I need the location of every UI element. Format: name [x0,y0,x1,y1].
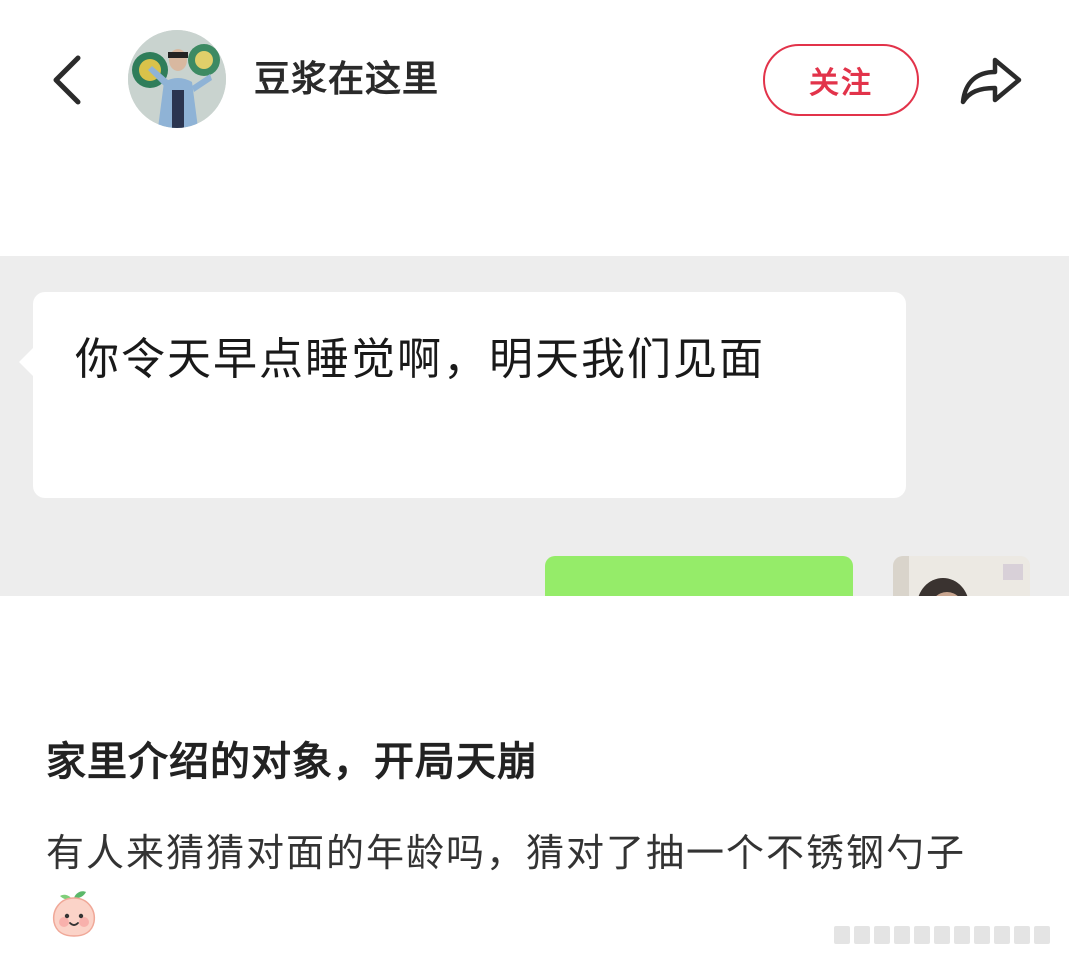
post-header: 豆浆在这里 关注 [0,0,1069,160]
share-button[interactable] [955,50,1025,110]
received-message-text: 你令天早点睡觉啊，明天我们见面 [75,334,765,385]
sender-avatar-photo [893,556,1030,596]
received-message-bubble: 你令天早点睡觉啊，明天我们见面 [19,292,906,498]
avatar-photo [128,30,226,128]
back-button[interactable] [44,50,92,110]
chevron-left-icon [53,55,81,105]
share-arrow-icon [960,57,1022,105]
page-indicator [834,924,1060,946]
sent-message-bubble [545,556,853,596]
chat-screenshot-image[interactable]: 你令天早点睡觉啊，明天我们见面 [0,256,1069,596]
peach-face-emoji-icon [48,886,100,938]
follow-button[interactable]: 关注 [763,44,919,116]
post-body-text: 有人来猜猜对面的年龄吗，猜对了抽一个不锈钢勺子 [46,831,967,875]
post-title: 家里介绍的对象，开局天崩 [46,739,538,785]
author-name[interactable]: 豆浆在这里 [254,56,439,104]
author-avatar[interactable] [128,30,226,128]
sender-avatar [893,556,1030,596]
